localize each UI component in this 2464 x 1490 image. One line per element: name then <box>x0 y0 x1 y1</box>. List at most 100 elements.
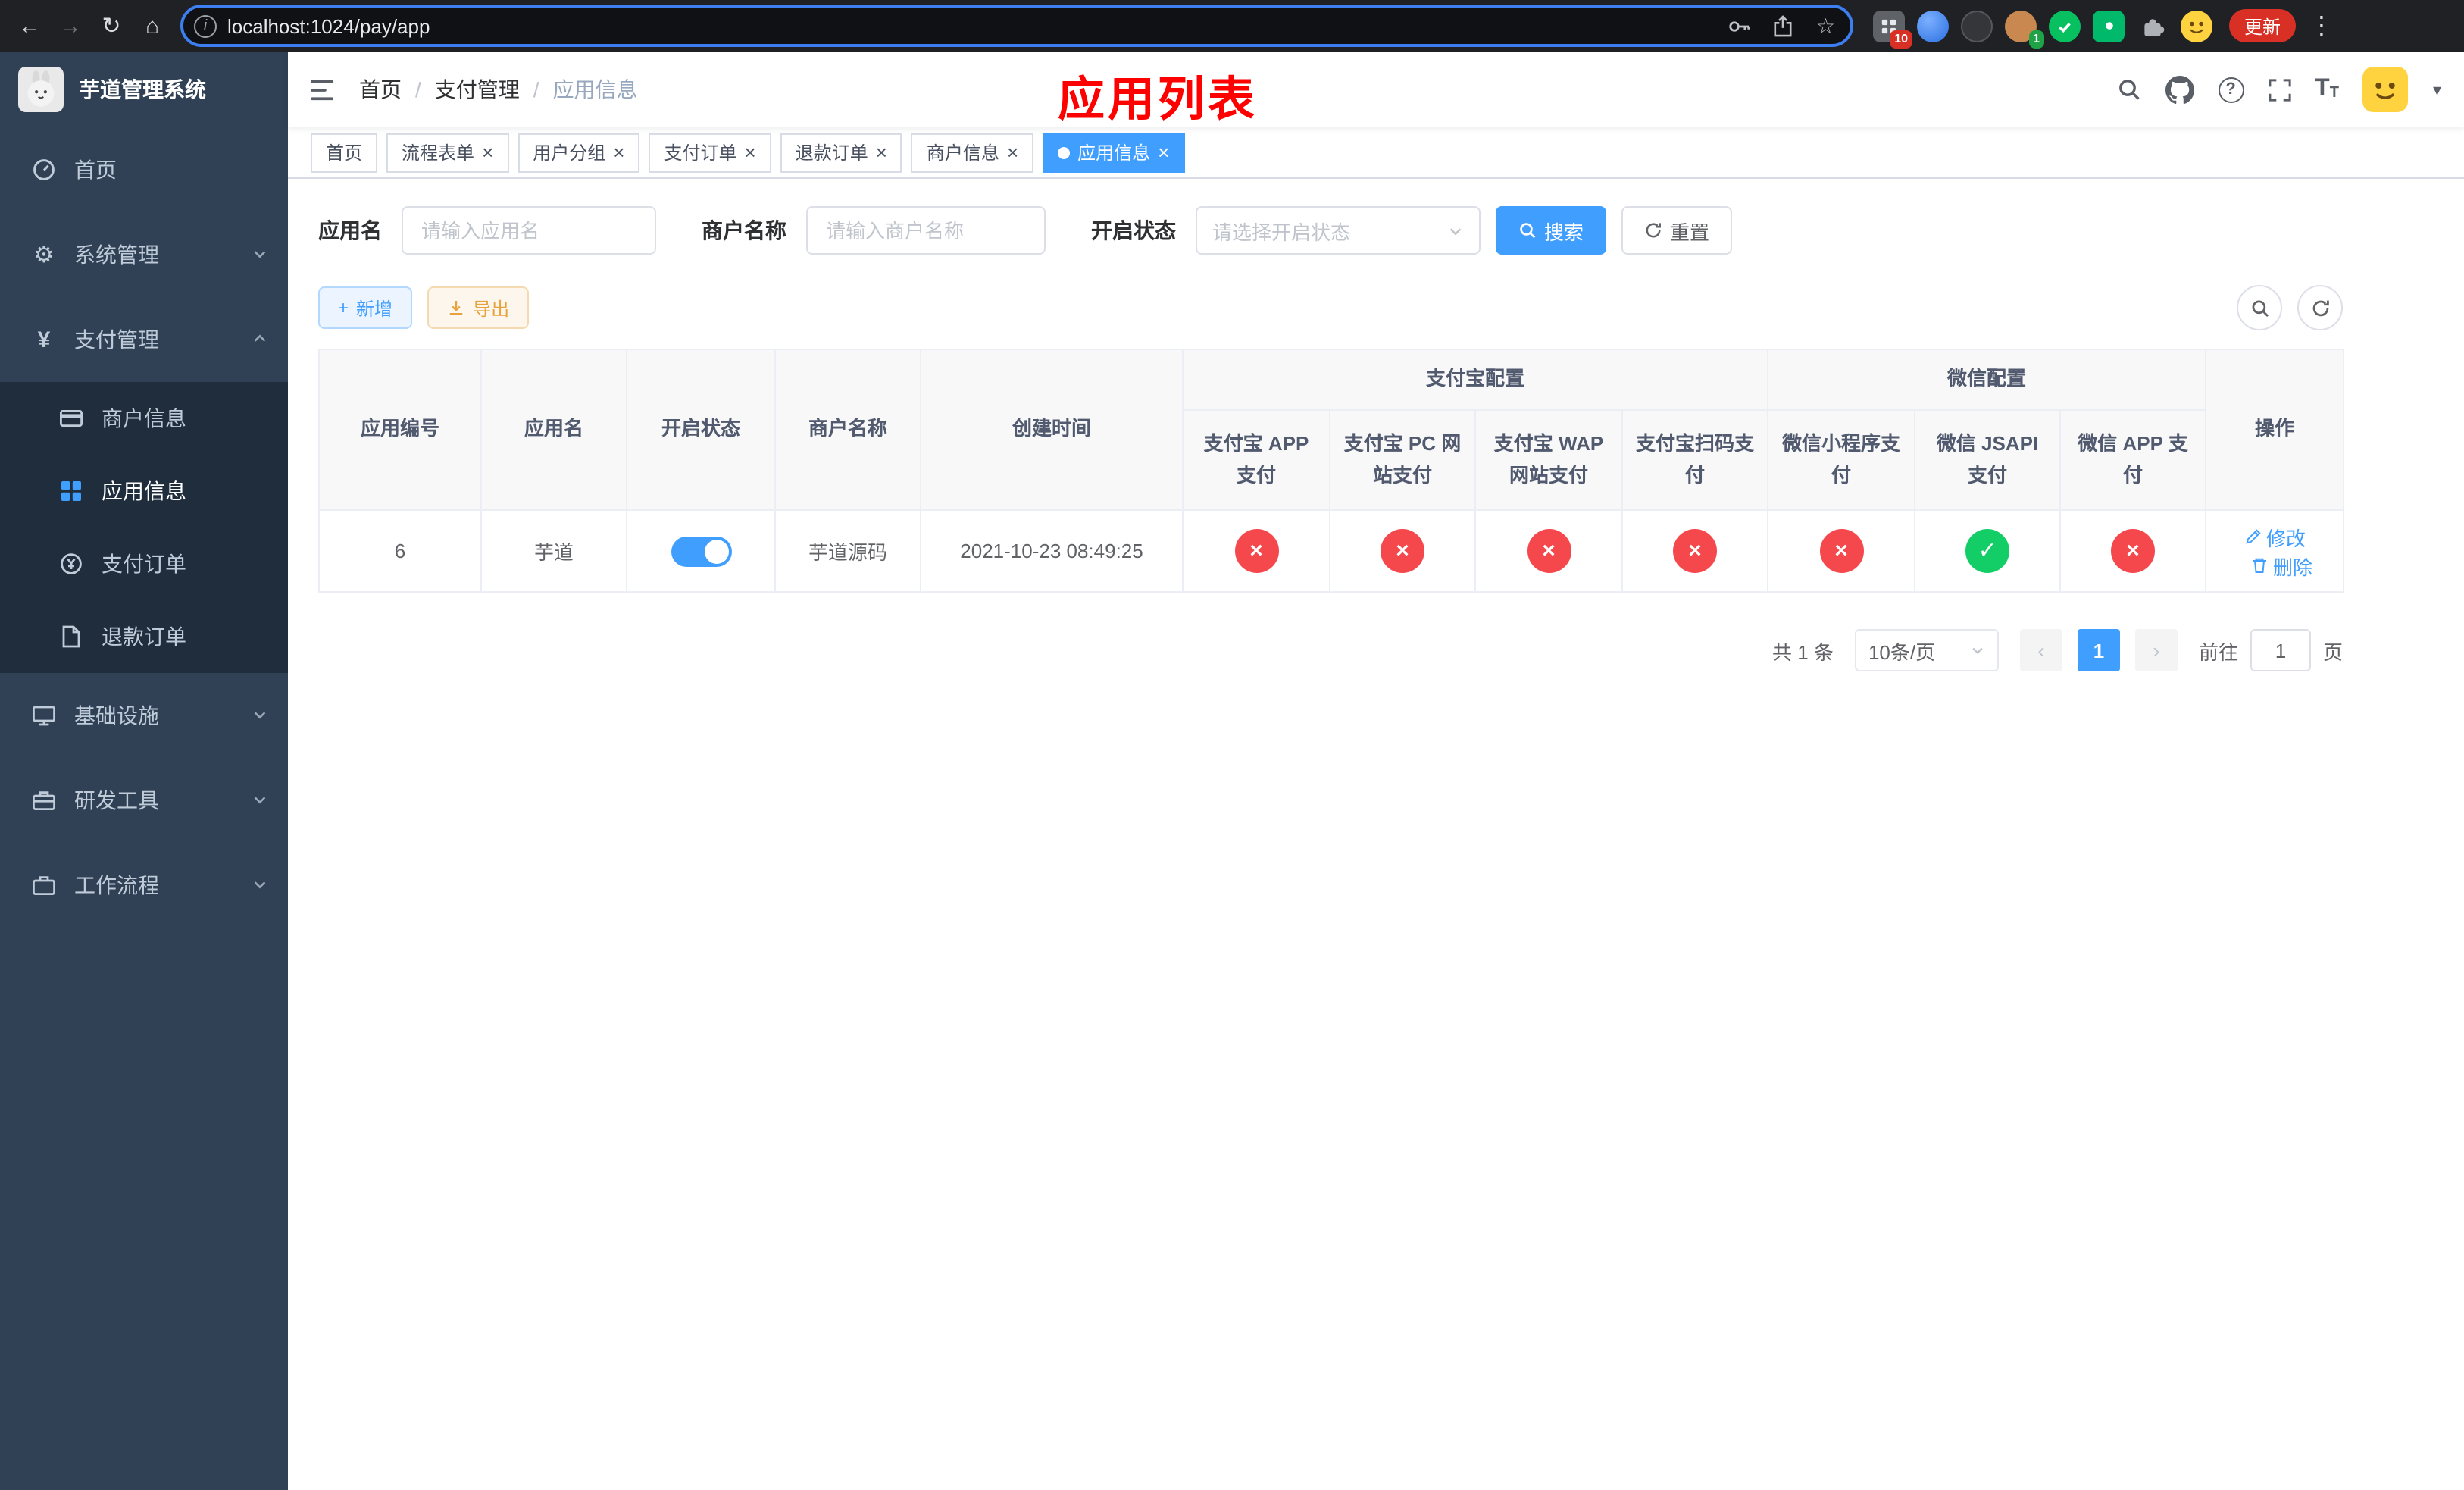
sidebar-item-infrastructure[interactable]: 基础设施 <box>0 673 288 758</box>
pagination: 共 1 条 10条/页 ‹ 1 › 前往 页 <box>318 629 2343 671</box>
browser-profile-avatar[interactable] <box>2181 10 2212 42</box>
browser-home-icon[interactable]: ⌂ <box>132 5 173 46</box>
refund-doc-icon <box>58 624 85 649</box>
browser-forward-icon[interactable]: → <box>50 5 91 46</box>
user-avatar[interactable] <box>2362 67 2409 112</box>
tab-pay-order[interactable]: 支付订单 × <box>649 133 771 172</box>
chevron-down-icon <box>1972 647 1983 654</box>
chevron-down-icon <box>252 246 268 262</box>
sidebar-subitem-app-info[interactable]: 应用信息 <box>0 455 288 527</box>
browser-update-button[interactable]: 更新 <box>2229 9 2297 42</box>
sidebar-subitem-pay-order[interactable]: 支付订单 <box>0 527 288 600</box>
tab-label: 商户信息 <box>926 142 999 164</box>
breadcrumb-current: 应用信息 <box>552 77 638 102</box>
delete-link[interactable]: 删除 <box>2250 551 2312 580</box>
status-badge: × <box>1673 529 1717 573</box>
extensions-puzzle-icon[interactable] <box>2137 10 2169 42</box>
pay-order-icon <box>58 552 85 576</box>
tab-label: 应用信息 <box>1077 142 1151 164</box>
sidebar: 芋道管理系统 首页 ⚙ 系统管理 ¥ 支付管理 商户信息 应用信息 支付订单 退… <box>0 52 288 1490</box>
font-size-icon[interactable]: TT <box>2315 77 2339 102</box>
green-square-extension-icon[interactable] <box>2093 10 2125 42</box>
github-icon[interactable] <box>2165 75 2194 104</box>
url-text: localhost:1024/pay/app <box>227 14 430 37</box>
tab-home[interactable]: 首页 <box>311 133 378 172</box>
sidebar-item-system[interactable]: ⚙ 系统管理 <box>0 212 288 297</box>
merchant-name-input[interactable] <box>806 206 1046 255</box>
export-button[interactable]: 导出 <box>427 286 530 329</box>
browser-menu-icon[interactable]: ⋮ <box>2309 11 2334 41</box>
share-icon[interactable] <box>1774 14 1793 37</box>
navbar: 首页 / 支付管理 / 应用信息 应用列表 ? TT ▾ <box>288 52 2464 127</box>
grid-icon <box>58 479 85 503</box>
refresh-table-button[interactable] <box>2297 285 2343 330</box>
dark-circle-extension-icon[interactable] <box>1961 10 1993 42</box>
password-key-icon[interactable] <box>1728 14 1751 37</box>
tab-user-group[interactable]: 用户分组 × <box>518 133 640 172</box>
refresh-icon <box>2312 299 2328 316</box>
tab-close-icon[interactable]: × <box>745 142 756 162</box>
green-circle-extension-icon[interactable] <box>2049 10 2081 42</box>
dashboard-icon <box>30 158 58 182</box>
sidebar-subitem-refund-order[interactable]: 退款订单 <box>0 600 288 673</box>
toggle-search-button[interactable] <box>2237 285 2282 330</box>
app-title: 芋道管理系统 <box>79 77 206 102</box>
pagination-total: 共 1 条 <box>1772 640 1834 663</box>
tab-close-icon[interactable]: × <box>1007 142 1018 162</box>
search-icon[interactable] <box>2116 77 2140 102</box>
fullscreen-icon[interactable] <box>2268 78 2290 101</box>
workflow-icon <box>30 873 58 897</box>
sidebar-toggle-icon[interactable] <box>311 78 336 101</box>
sidebar-item-workflow[interactable]: 工作流程 <box>0 843 288 928</box>
next-page-button[interactable]: › <box>2134 629 2178 671</box>
account-extension-icon[interactable]: 1 <box>2005 10 2044 48</box>
tab-refund-order[interactable]: 退款订单 × <box>780 133 902 172</box>
goto-page-input[interactable] <box>2250 629 2311 671</box>
cell-wechat-app: × <box>2059 509 2207 593</box>
water-drop-extension-icon[interactable] <box>1917 10 1949 42</box>
status-select[interactable]: 请选择开启状态 <box>1196 206 1481 255</box>
col-alipay-pc: 支付宝 PC 网站支付 <box>1329 409 1476 511</box>
breadcrumb: 首页 / 支付管理 / 应用信息 <box>359 74 638 105</box>
col-merchant: 商户名称 <box>774 349 921 511</box>
status-toggle[interactable] <box>671 536 731 566</box>
tab-close-icon[interactable]: × <box>482 142 493 162</box>
annotation-title: 应用列表 <box>1058 73 1258 126</box>
sidebar-item-home[interactable]: 首页 <box>0 127 288 212</box>
site-info-icon[interactable]: i <box>194 14 217 37</box>
app-name-input[interactable] <box>402 206 656 255</box>
page-size-value: 10条/页 <box>1868 640 1936 663</box>
prev-page-button[interactable]: ‹ <box>2019 629 2062 671</box>
reset-button[interactable]: 重置 <box>1621 206 1733 255</box>
grid-extension-icon[interactable]: 10 <box>1873 10 1912 48</box>
sidebar-item-label: 基础设施 <box>74 703 159 728</box>
filter-form: 应用名 商户名称 开启状态 请选择开启状态 搜索 <box>318 206 2464 255</box>
browser-back-icon[interactable]: ← <box>9 5 50 46</box>
browser-chrome: ← → ↻ ⌂ i localhost:1024/pay/app ☆ 10 1 <box>0 0 2464 52</box>
tab-close-icon[interactable]: × <box>1158 142 1169 162</box>
tab-merchant-info[interactable]: 商户信息 × <box>911 133 1034 172</box>
edit-link[interactable]: 修改 <box>2244 522 2306 551</box>
breadcrumb-home[interactable]: 首页 <box>359 74 402 105</box>
tab-close-icon[interactable]: × <box>613 142 624 162</box>
goto-prefix: 前往 <box>2198 640 2238 663</box>
tab-app-info[interactable]: 应用信息 × <box>1043 133 1185 172</box>
cell-status <box>626 509 776 593</box>
col-actions: 操作 <box>2205 349 2345 511</box>
add-button[interactable]: + 新增 <box>318 286 413 329</box>
help-icon[interactable]: ? <box>2218 77 2244 102</box>
search-button[interactable]: 搜索 <box>1496 206 1607 255</box>
page-size-select[interactable]: 10条/页 <box>1854 629 1999 671</box>
sidebar-item-payment[interactable]: ¥ 支付管理 <box>0 297 288 382</box>
address-bar[interactable]: i localhost:1024/pay/app ☆ <box>180 5 1853 47</box>
current-page-button[interactable]: 1 <box>2077 629 2120 671</box>
cell-created: 2021-10-23 08:49:25 <box>920 509 1184 593</box>
tab-process-form[interactable]: 流程表单 × <box>386 133 509 172</box>
avatar-caret-down-icon[interactable]: ▾ <box>2433 80 2441 99</box>
tab-close-icon[interactable]: × <box>876 142 887 162</box>
cell-alipay-app: × <box>1182 509 1330 593</box>
sidebar-item-dev-tools[interactable]: 研发工具 <box>0 758 288 843</box>
sidebar-subitem-merchant-info[interactable]: 商户信息 <box>0 382 288 455</box>
bookmark-star-icon[interactable]: ☆ <box>1816 13 1835 39</box>
browser-reload-icon[interactable]: ↻ <box>91 5 132 46</box>
